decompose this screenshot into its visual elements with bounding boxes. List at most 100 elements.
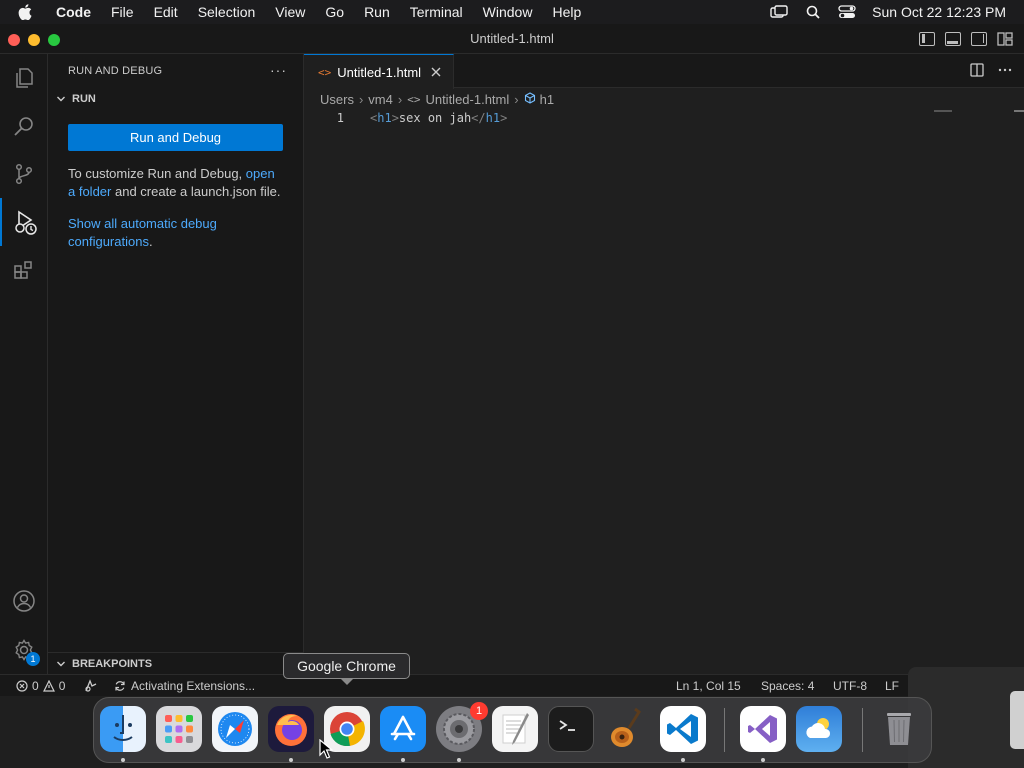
chevron-down-icon	[54, 659, 68, 669]
error-icon	[16, 680, 28, 692]
show-all-paragraph: Show all automatic debug configurations.	[68, 215, 283, 251]
editor-more-actions-icon[interactable]	[998, 63, 1012, 80]
end-of-line-status[interactable]: LF	[885, 675, 899, 697]
apple-icon[interactable]	[18, 4, 40, 20]
encoding-status[interactable]: UTF-8	[833, 675, 867, 697]
breadcrumb-element[interactable]: h1	[540, 92, 554, 107]
breadcrumb-file[interactable]: Untitled-1.html	[425, 92, 509, 107]
show-all-debug-configurations-link[interactable]: Show all automatic debug configurations	[68, 216, 217, 249]
run-and-debug-sidebar: RUN AND DEBUG ··· RUN Run and Debug To c…	[48, 54, 304, 674]
more-actions-icon[interactable]: ···	[270, 62, 287, 78]
dock: 1	[93, 697, 932, 763]
menu-file[interactable]: File	[101, 0, 144, 24]
symbol-element-icon	[524, 91, 536, 107]
visual-studio-running-indicator	[761, 758, 765, 762]
background-window-edge	[1010, 691, 1024, 749]
customize-paragraph: To customize Run and Debug, open a folde…	[68, 165, 283, 201]
breadcrumb-users[interactable]: Users	[320, 92, 354, 107]
dock-tooltip-pointer	[340, 678, 354, 685]
extensions-icon[interactable]	[0, 246, 48, 294]
sidebar-header: RUN AND DEBUG ···	[48, 54, 303, 88]
code-line-1[interactable]: 1 <h1>sex on jah</h1>	[304, 111, 508, 129]
code-content[interactable]: <h1>sex on jah</h1>	[370, 111, 507, 129]
dock-safari-icon[interactable]	[212, 706, 258, 752]
chevron-down-icon	[54, 94, 68, 104]
debug-launch-icon[interactable]	[84, 675, 98, 697]
dock-garageband-icon[interactable]	[604, 706, 650, 752]
menu-window[interactable]: Window	[473, 0, 543, 24]
explorer-icon[interactable]	[0, 54, 48, 102]
vertical-scrollbar[interactable]	[1014, 110, 1024, 112]
editor-area: <> Untitled-1.html Users › vm4 › <> Unti…	[304, 54, 1024, 674]
system-settings-badge: 1	[470, 702, 488, 720]
cursor-position[interactable]: Ln 1, Col 15	[676, 675, 741, 697]
chevron-right-icon: ›	[397, 91, 403, 107]
customize-layout-icon[interactable]	[997, 32, 1013, 46]
accounts-icon[interactable]	[0, 577, 48, 625]
problems-status[interactable]: 0 0	[16, 675, 65, 697]
menu-edit[interactable]: Edit	[144, 0, 188, 24]
html-file-icon: <>	[318, 65, 332, 79]
run-section-label: RUN	[72, 93, 96, 105]
menu-bar-clock[interactable]: Sun Oct 22 12:23 PM	[864, 4, 1024, 20]
split-editor-icon[interactable]	[970, 63, 984, 80]
menu-go[interactable]: Go	[315, 0, 354, 24]
dock-textedit-icon[interactable]	[492, 706, 538, 752]
breakpoints-section-header[interactable]: BREAKPOINTS	[48, 652, 304, 674]
dock-separator	[862, 708, 863, 752]
sync-icon	[114, 680, 126, 692]
tab-untitled-1[interactable]: <> Untitled-1.html	[304, 54, 454, 89]
spotlight-search-icon[interactable]	[804, 5, 822, 19]
breadcrumb: Users › vm4 › <> Untitled-1.html › h1	[304, 88, 1024, 110]
activation-text: Activating Extensions...	[131, 678, 256, 693]
toggle-secondary-sidebar-icon[interactable]	[971, 32, 987, 46]
mouse-cursor-icon	[319, 738, 334, 764]
finder-running-indicator	[121, 758, 125, 762]
run-section-header[interactable]: RUN	[48, 88, 303, 110]
dock-weather-icon[interactable]	[796, 706, 842, 752]
screen-mirroring-icon[interactable]	[770, 5, 788, 19]
menu-selection[interactable]: Selection	[188, 0, 266, 24]
toggle-panel-icon[interactable]	[945, 32, 961, 46]
dock-firefox-icon[interactable]	[268, 706, 314, 752]
menu-bar: Code File Edit Selection View Go Run Ter…	[0, 0, 1024, 24]
warning-icon	[42, 680, 55, 692]
menu-help[interactable]: Help	[542, 0, 591, 24]
dock-tooltip: Google Chrome	[283, 653, 410, 679]
dock-trash-icon[interactable]	[876, 706, 922, 752]
breakpoints-section-label: BREAKPOINTS	[72, 657, 153, 670]
source-control-icon[interactable]	[0, 150, 48, 198]
dock-launchpad-icon[interactable]	[156, 706, 202, 752]
line-number: 1	[336, 111, 344, 125]
warning-count: 0	[58, 678, 66, 693]
menu-run[interactable]: Run	[354, 0, 400, 24]
menu-terminal[interactable]: Terminal	[400, 0, 473, 24]
dock-finder-icon[interactable]	[100, 706, 146, 752]
toggle-primary-sidebar-icon[interactable]	[919, 32, 935, 46]
manage-gear-icon[interactable]: 1	[0, 626, 48, 674]
menu-app-name[interactable]: Code	[50, 0, 101, 24]
close-tab-icon[interactable]	[431, 65, 441, 80]
menu-view[interactable]: View	[265, 0, 315, 24]
dock-terminal-icon[interactable]	[548, 706, 594, 752]
indentation-status[interactable]: Spaces: 4	[761, 675, 814, 697]
accounts-badge: 1	[26, 652, 40, 666]
minimap[interactable]	[934, 110, 952, 112]
customize-text-end: and create a launch.json file.	[115, 184, 281, 199]
dock-vscode-icon[interactable]	[660, 706, 706, 752]
breadcrumb-vm4[interactable]: vm4	[368, 92, 393, 107]
editor-actions	[956, 63, 1012, 80]
extension-activation-status[interactable]: Activating Extensions...	[114, 675, 255, 697]
tab-label: Untitled-1.html	[337, 64, 422, 80]
search-icon[interactable]	[0, 102, 48, 150]
run-and-debug-button[interactable]: Run and Debug	[68, 124, 283, 151]
screen: Code File Edit Selection View Go Run Ter…	[0, 0, 1024, 768]
control-center-icon[interactable]	[838, 5, 856, 19]
vscode-running-indicator	[681, 758, 685, 762]
chevron-right-icon: ›	[514, 91, 519, 107]
chevron-right-icon: ›	[358, 91, 364, 107]
dock-visual-studio-icon[interactable]	[740, 706, 786, 752]
run-and-debug-icon[interactable]	[0, 198, 48, 246]
sidebar-title: RUN AND DEBUG	[68, 65, 163, 77]
dock-app-store-icon[interactable]	[380, 706, 426, 752]
